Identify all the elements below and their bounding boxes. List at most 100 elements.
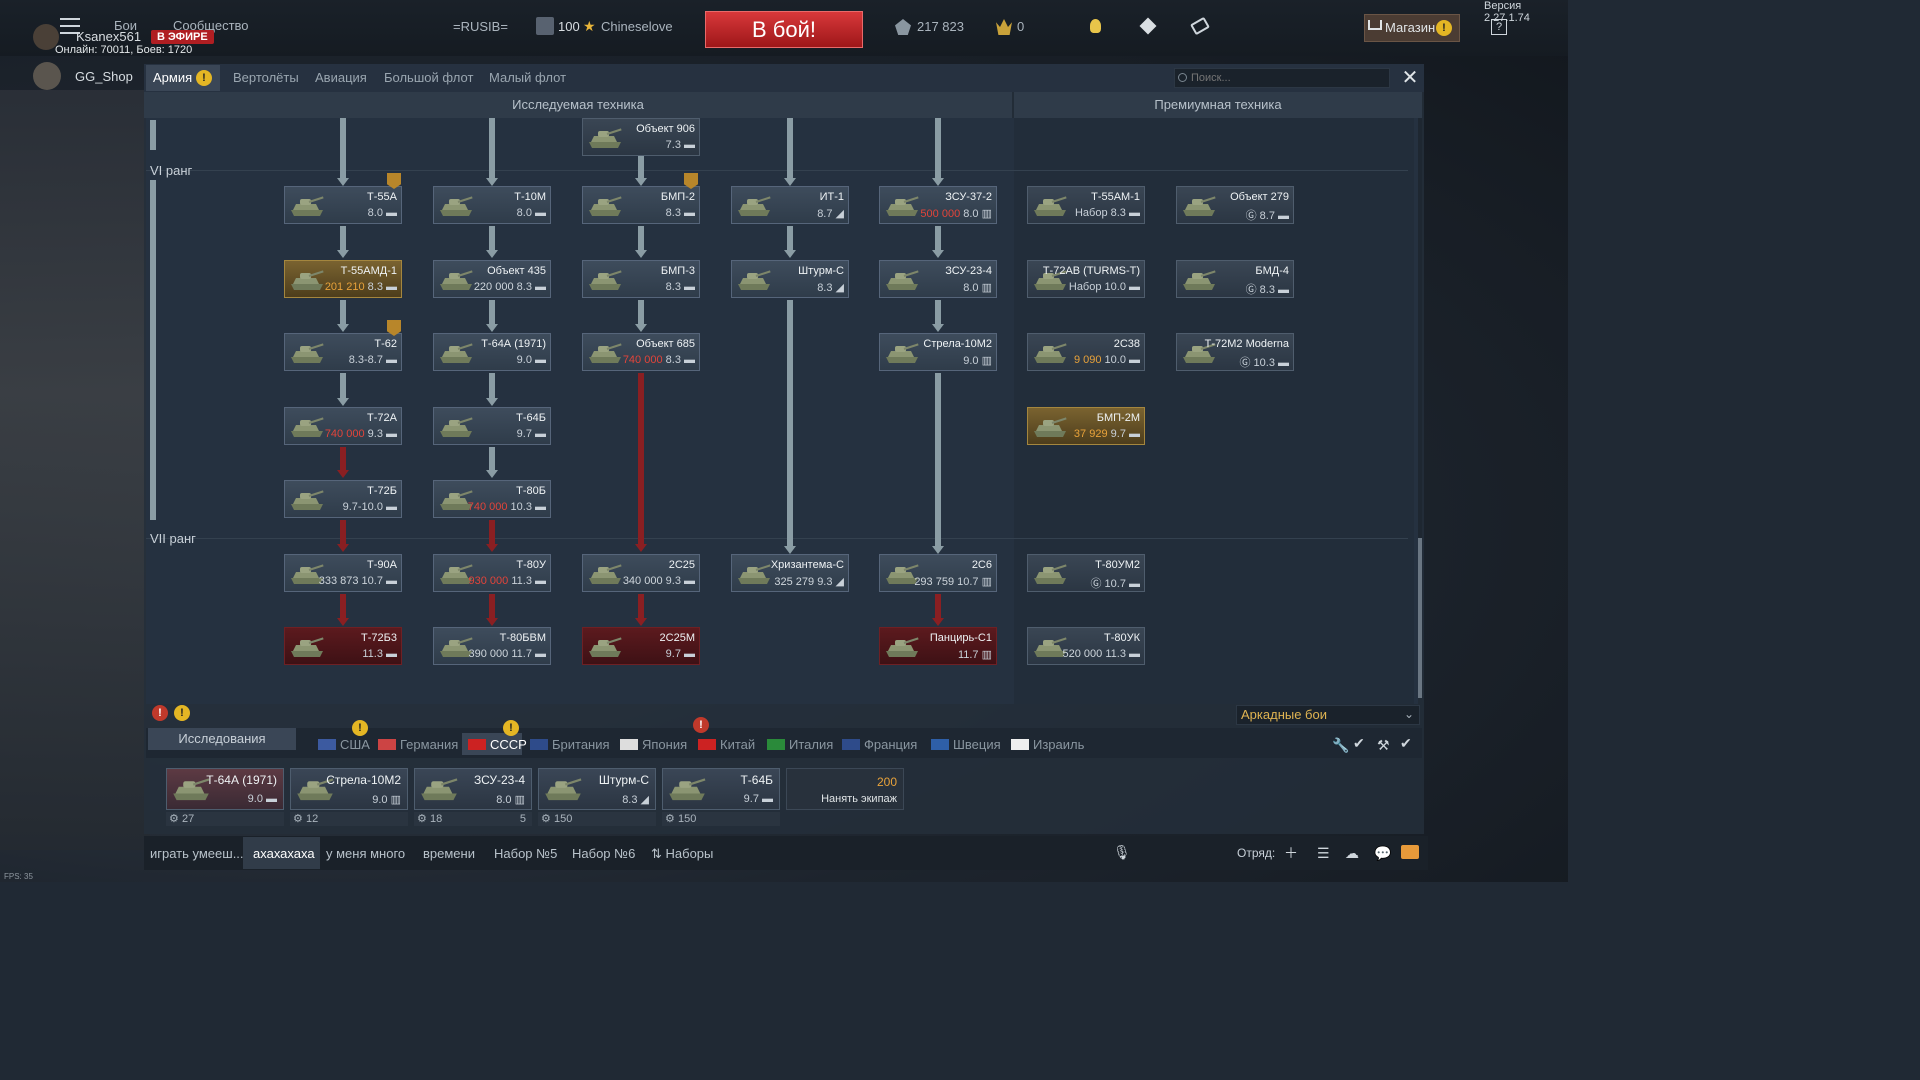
vehicle-card-t72b[interactable]: Т-72Б 9.7-10.0 ▬ bbox=[284, 480, 402, 518]
research-button[interactable]: Исследования bbox=[148, 728, 296, 750]
nation-tab[interactable]: Китай bbox=[698, 737, 755, 752]
arrow-head bbox=[932, 178, 944, 186]
check-icon[interactable]: ✔ bbox=[1400, 735, 1412, 752]
preset-tab[interactable]: играть умееш... bbox=[150, 846, 244, 861]
tab-aviation[interactable]: Авиация bbox=[315, 70, 367, 85]
preset-tab[interactable]: Набор №6 bbox=[572, 846, 635, 861]
tab-helicopters[interactable]: Вертолёты bbox=[233, 70, 299, 85]
crew-vehicle-slot[interactable]: Стрела-10М2 9.0 ▥ bbox=[290, 768, 408, 810]
nation-tab[interactable]: Британия bbox=[530, 737, 610, 752]
bulb-icon[interactable] bbox=[1090, 19, 1101, 33]
preset-tab[interactable]: у меня много bbox=[326, 846, 405, 861]
tank-icon bbox=[545, 778, 582, 801]
vehicle-card-t55am1[interactable]: Т-55АМ-1 Набор 8.3 ▬ bbox=[1027, 186, 1145, 224]
tab-army[interactable]: Армия bbox=[153, 70, 192, 85]
nation-tab[interactable]: Швеция bbox=[931, 737, 1001, 752]
tab-bluewater-fleet[interactable]: Большой флот bbox=[384, 70, 473, 85]
username[interactable]: Ksanex561 bbox=[76, 29, 141, 44]
help-button[interactable]: ? bbox=[1491, 19, 1507, 35]
vehicle-card-2s25[interactable]: 2С25 340 000 9.3 ▬ bbox=[582, 554, 700, 592]
preset-tab[interactable]: Набор №5 bbox=[494, 846, 557, 861]
vehicle-card-t72av[interactable]: Т-72АВ (TURMS-T) Набор 10.0 ▬ bbox=[1027, 260, 1145, 298]
vehicle-card-shturm[interactable]: Штурм-С 8.3 ◢ bbox=[731, 260, 849, 298]
chevron-down-icon: ⌄ bbox=[1404, 707, 1415, 721]
list-icon[interactable]: ☰ bbox=[1317, 845, 1330, 862]
nation-tab[interactable]: Италия bbox=[767, 737, 833, 752]
vehicle-card-o685[interactable]: Объект 685 740 000 8.3 ▬ bbox=[582, 333, 700, 371]
vehicle-card-it1[interactable]: ИТ-1 8.7 ◢ bbox=[731, 186, 849, 224]
vehicle-card-zsu37[interactable]: ЗСУ-37-2 500 000 8.0 ▥ bbox=[879, 186, 997, 224]
vehicle-card-o279[interactable]: Объект 279 Ⓖ 8.7 ▬ bbox=[1176, 186, 1294, 224]
vehicle-card-t72b3[interactable]: Т-72Б3 11.3 ▬ bbox=[284, 627, 402, 665]
mail-icon[interactable] bbox=[1401, 845, 1419, 859]
vehicle-card-t55a[interactable]: Т-55А 8.0 ▬ bbox=[284, 186, 402, 224]
vehicle-card-t90a[interactable]: Т-90А 333 873 10.7 ▬ bbox=[284, 554, 402, 592]
vehicle-card-t62[interactable]: Т-62 8.3-8.7 ▬ bbox=[284, 333, 402, 371]
vehicle-card-bmp3[interactable]: БМП-3 8.3 ▬ bbox=[582, 260, 700, 298]
tab-coastal-fleet[interactable]: Малый флот bbox=[489, 70, 566, 85]
nation-tab[interactable]: Израиль bbox=[1011, 737, 1084, 752]
vehicle-card-v906[interactable]: Объект 906 7.3 ▬ bbox=[582, 118, 700, 156]
arrow-head bbox=[784, 178, 796, 186]
vehicle-card-t80u[interactable]: Т-80У 930 000 11.3 ▬ bbox=[433, 554, 551, 592]
nation-tab[interactable]: СССР bbox=[468, 737, 527, 752]
vehicle-card-bmd4[interactable]: БМД-4 Ⓖ 8.3 ▬ bbox=[1176, 260, 1294, 298]
game-mode-select[interactable]: Аркадные бои bbox=[1236, 705, 1420, 725]
nation-tab[interactable]: Япония bbox=[620, 737, 687, 752]
vehicle-card-strela[interactable]: Стрела-10М2 9.0 ▥ bbox=[879, 333, 997, 371]
vehicle-card-2s38[interactable]: 2С38 9 090 10.0 ▬ bbox=[1027, 333, 1145, 371]
nation-tab[interactable]: США bbox=[318, 737, 370, 752]
researched-header: Исследуемая техника bbox=[144, 92, 1012, 118]
plus-icon[interactable]: ＋ bbox=[1284, 843, 1298, 863]
vehicle-card-t80bvm[interactable]: Т-80БВМ 390 000 11.7 ▬ bbox=[433, 627, 551, 665]
arrow-head bbox=[635, 178, 647, 186]
crew-slot[interactable]: 200 Нанять экипаж bbox=[786, 768, 904, 810]
squad-member-avatar[interactable] bbox=[33, 62, 61, 90]
repair-icon[interactable]: ⚒ bbox=[1377, 737, 1390, 754]
vehicle-cost: 500 000 bbox=[920, 208, 961, 220]
vehicle-card-t10m[interactable]: Т-10М 8.0 ▬ bbox=[433, 186, 551, 224]
to-battle-button[interactable]: В бой! bbox=[705, 11, 863, 48]
crew-vehicle-slot[interactable]: ЗСУ-23-4 8.0 ▥ bbox=[414, 768, 532, 810]
search-input[interactable] bbox=[1174, 68, 1390, 88]
crew-vehicle-slot[interactable]: Т-64Б 9.7 ▬ bbox=[662, 768, 780, 810]
vehicle-card-t72a[interactable]: Т-72А 740 000 9.3 ▬ bbox=[284, 407, 402, 445]
vehicle-card-pantsir[interactable]: Панцирь-С1 11.7 ▥ bbox=[879, 627, 997, 665]
vehicle-card-2s25m[interactable]: 2С25М 9.7 ▬ bbox=[582, 627, 700, 665]
vehicle-card-hriz[interactable]: Хризантема-С 325 279 9.3 ◢ bbox=[731, 554, 849, 592]
wrench-icon[interactable]: 🔧 bbox=[1332, 737, 1349, 754]
vehicle-card-t64b[interactable]: Т-64Б 9.7 ▬ bbox=[433, 407, 551, 445]
vehicle-card-2s6[interactable]: 2С6 293 759 10.7 ▥ bbox=[879, 554, 997, 592]
vehicle-card-t80b[interactable]: Т-80Б 740 000 10.3 ▬ bbox=[433, 480, 551, 518]
nation-tab[interactable]: Франция bbox=[842, 737, 917, 752]
vehicle-card-bmp2m[interactable]: БМП-2М 37 929 9.7 ▬ bbox=[1027, 407, 1145, 445]
alert-icon[interactable]: ! bbox=[174, 705, 190, 721]
preset-tab[interactable]: ⇅ Наборы bbox=[651, 846, 713, 862]
contacts-icon[interactable]: ☁ bbox=[1345, 845, 1359, 862]
crew-vehicle-slot[interactable]: Штурм-С 8.3 ◢ bbox=[538, 768, 656, 810]
vehicle-card-t80uk[interactable]: Т-80УК 520 000 11.3 ▬ bbox=[1027, 627, 1145, 665]
vehicle-card-t64a[interactable]: Т-64А (1971) 9.0 ▬ bbox=[433, 333, 551, 371]
preset-tab[interactable]: ахахахаха bbox=[253, 846, 315, 861]
scrollbar-thumb[interactable] bbox=[1418, 538, 1422, 698]
preset-tab[interactable]: времени bbox=[423, 846, 475, 861]
tree-connector bbox=[489, 300, 495, 326]
crew-vehicle-slot[interactable]: Т-64А (1971) 9.0 ▬ bbox=[166, 768, 284, 810]
alert-icon[interactable]: ! bbox=[152, 705, 168, 721]
nation-tab[interactable]: Германия bbox=[378, 737, 458, 752]
vehicle-card-bmp2[interactable]: БМП-2 8.3 ▬ bbox=[582, 186, 700, 224]
microphone-icon[interactable]: 🎙 bbox=[1113, 844, 1131, 861]
chat-icon[interactable]: 💬 bbox=[1374, 845, 1391, 862]
vehicle-cost: 340 000 bbox=[622, 575, 663, 587]
vehicle-card-t55amd[interactable]: Т-55АМД-1 201 210 8.3 ▬ bbox=[284, 260, 402, 298]
squad-member-name[interactable]: GG_Shop bbox=[75, 69, 133, 84]
close-icon[interactable]: ✕ bbox=[1400, 68, 1420, 88]
check-icon[interactable]: ✔ bbox=[1353, 735, 1365, 752]
online-status: Онлайн: 70011, Боев: 1720 bbox=[55, 44, 193, 56]
vehicle-card-t72m2[interactable]: Т-72М2 Moderna Ⓖ 10.3 ▬ bbox=[1176, 333, 1294, 371]
vehicle-card-o435[interactable]: Объект 435 220 000 8.3 ▬ bbox=[433, 260, 551, 298]
vehicle-card-zsu234[interactable]: ЗСУ-23-4 8.0 ▥ bbox=[879, 260, 997, 298]
vehicle-br: 8.0 ▬ bbox=[367, 207, 397, 219]
vehicle-card-t80um2[interactable]: Т-80УМ2 Ⓖ 10.7 ▬ bbox=[1027, 554, 1145, 592]
player-name[interactable]: Chineselove bbox=[601, 19, 673, 34]
